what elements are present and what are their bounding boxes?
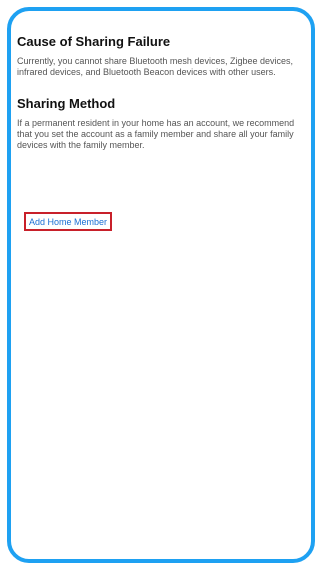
section-heading-sharing-failure: Cause of Sharing Failure	[17, 34, 171, 49]
section-sharing-method: Sharing Method If a permanent resident i…	[17, 96, 299, 151]
section-text-sharing-method: If a permanent resident in your home has…	[17, 118, 295, 150]
help-content: Cause of Sharing Failure Currently, you …	[17, 34, 299, 151]
section-heading-sharing-method: Sharing Method	[17, 96, 116, 111]
section-sharing-failure: Cause of Sharing Failure Currently, you …	[17, 34, 299, 78]
section-text-sharing-failure: Currently, you cannot share Bluetooth me…	[17, 56, 293, 77]
add-home-member-link[interactable]: Add Home Member	[29, 217, 107, 227]
add-home-member-highlight: Add Home Member	[24, 212, 113, 231]
